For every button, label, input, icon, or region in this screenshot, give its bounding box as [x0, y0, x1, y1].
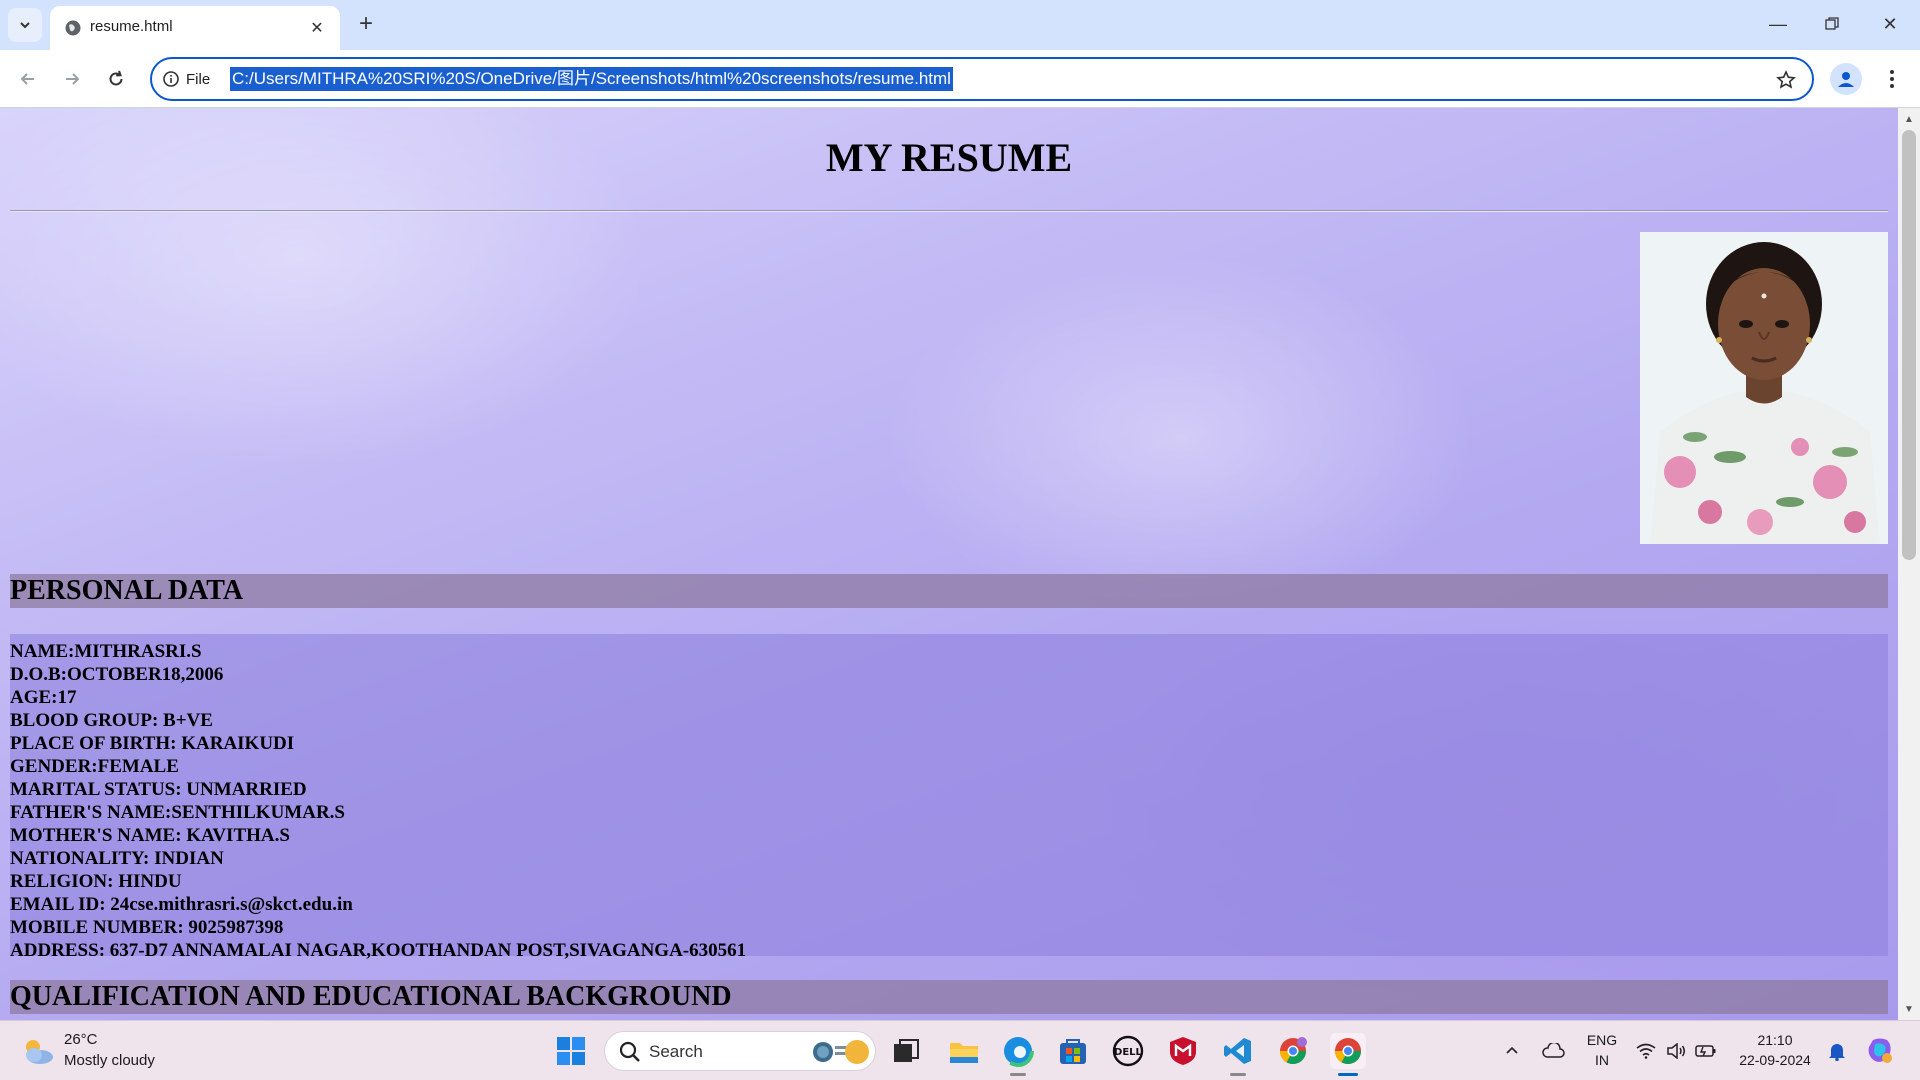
- window-close-icon[interactable]: ✕: [1870, 8, 1910, 40]
- vertical-scrollbar[interactable]: ▲ ▼: [1898, 108, 1920, 1020]
- microsoft-store-icon[interactable]: [1055, 1033, 1091, 1069]
- weather-description: Mostly cloudy: [64, 1052, 155, 1069]
- detail-mother-name: MOTHER'S NAME: KAVITHA.S: [10, 825, 290, 846]
- close-icon[interactable]: ✕: [306, 17, 328, 39]
- scrollbar-thumb[interactable]: [1902, 130, 1916, 560]
- detail-mobile: MOBILE NUMBER: 9025987398: [10, 917, 284, 938]
- tab-search-button[interactable]: [8, 8, 42, 42]
- detail-dob: D.O.B:OCTOBER18,2006: [10, 664, 224, 685]
- chrome-icon[interactable]: [1330, 1033, 1366, 1069]
- notification-bell-icon[interactable]: [1822, 1033, 1852, 1069]
- tab-strip: resume.html ✕ + — ✕: [0, 0, 1920, 50]
- detail-age: AGE:17: [10, 687, 77, 708]
- reload-button[interactable]: [100, 63, 132, 95]
- search-label: Search: [649, 1042, 703, 1061]
- new-tab-button[interactable]: +: [352, 10, 380, 38]
- vscode-running-indicator: [1230, 1073, 1246, 1076]
- horizontal-rule: [10, 210, 1888, 212]
- minimize-icon[interactable]: —: [1758, 8, 1798, 40]
- chevron-up-icon[interactable]: [1496, 1033, 1528, 1069]
- svg-text:DELL: DELL: [1114, 1047, 1143, 1058]
- detail-blood-group: BLOOD GROUP: B+VE: [10, 710, 213, 731]
- wifi-icon[interactable]: [1630, 1033, 1662, 1069]
- browser-toolbar: File C:/Users/MITHRA%20SRI%20S/OneDrive/…: [0, 50, 1920, 108]
- reload-icon: [109, 70, 123, 86]
- qualification-heading: QUALIFICATION AND EDUCATIONAL BACKGROUND: [10, 980, 1888, 1014]
- tab-resume[interactable]: resume.html ✕: [50, 6, 340, 50]
- info-icon: [163, 71, 179, 87]
- chrome-profile-icon[interactable]: [1275, 1033, 1311, 1069]
- detail-email: EMAIL ID: 24cse.mithrasri.s@skct.edu.in: [10, 894, 353, 915]
- language-bottom[interactable]: IN: [1582, 1052, 1622, 1068]
- scroll-down-icon[interactable]: ▼: [1902, 1002, 1916, 1016]
- profile-photo: [1640, 232, 1888, 544]
- search-highlight-icon: [813, 1040, 869, 1064]
- file-explorer-icon[interactable]: [946, 1033, 982, 1069]
- mcafee-icon[interactable]: [1165, 1033, 1201, 1069]
- onedrive-cloud-icon[interactable]: [1536, 1033, 1570, 1069]
- address-bar[interactable]: File C:/Users/MITHRA%20SRI%20S/OneDrive/…: [150, 57, 1814, 101]
- weather-temperature: 26°C: [64, 1031, 98, 1048]
- vscode-icon[interactable]: [1220, 1033, 1256, 1069]
- language-top[interactable]: ENG: [1582, 1032, 1622, 1048]
- chrome-active-indicator: [1338, 1073, 1358, 1076]
- detail-nationality: NATIONALITY: INDIAN: [10, 848, 224, 869]
- arrow-left-icon: [20, 73, 34, 85]
- start-windows-icon[interactable]: [553, 1033, 589, 1069]
- detail-name: NAME:MITHRASRI.S: [10, 641, 202, 662]
- forward-button[interactable]: [56, 63, 88, 95]
- scroll-up-icon[interactable]: ▲: [1902, 112, 1916, 126]
- restore-icon[interactable]: [1812, 8, 1852, 40]
- personal-data-heading: PERSONAL DATA: [10, 574, 1888, 608]
- back-button[interactable]: [12, 63, 44, 95]
- detail-father-name: FATHER'S NAME:SENTHILKUMAR.S: [10, 802, 345, 823]
- page-title: MY RESUME: [825, 135, 1073, 180]
- taskbar: 26°C Mostly cloudy Search DELL ENG IN 21…: [0, 1020, 1920, 1080]
- weather-cloudy-icon[interactable]: [20, 1035, 56, 1067]
- site-info-button[interactable]: File: [162, 66, 210, 92]
- arrow-right-icon: [66, 73, 80, 85]
- detail-address: ADDRESS: 637-D7 ANNAMALAI NAGAR,KOOTHAND…: [10, 940, 747, 961]
- detail-marital-status: MARITAL STATUS: UNMARRIED: [10, 779, 307, 800]
- personal-details-list: NAME:MITHRASRI.S D.O.B:OCTOBER18,2006 AG…: [10, 634, 1888, 961]
- battery-icon[interactable]: [1690, 1033, 1722, 1069]
- site-info-label: File: [186, 70, 211, 88]
- volume-icon[interactable]: [1660, 1033, 1692, 1069]
- profile-avatar-icon[interactable]: [1830, 63, 1862, 95]
- url-text[interactable]: C:/Users/MITHRA%20SRI%20S/OneDrive/图片/Sc…: [230, 67, 953, 91]
- detail-place-of-birth: PLACE OF BIRTH: KARAIKUDI: [10, 733, 295, 754]
- detail-religion: RELIGION: HINDU: [10, 871, 182, 892]
- more-menu-icon[interactable]: [1880, 63, 1904, 95]
- copilot-icon[interactable]: [1860, 1033, 1900, 1069]
- tab-title: resume.html: [90, 18, 173, 35]
- page-viewport: MY RESUME PERSONAL DATA NAME:MITHRASRI.S…: [0, 108, 1898, 1020]
- taskbar-search-input[interactable]: Search: [604, 1031, 876, 1071]
- search-icon: [619, 1041, 640, 1062]
- dell-icon[interactable]: DELL: [1110, 1033, 1146, 1069]
- clock-time[interactable]: 21:10: [1730, 1032, 1820, 1048]
- edge-browser-icon[interactable]: [1000, 1033, 1036, 1069]
- edge-running-indicator: [1010, 1073, 1026, 1076]
- bookmark-star-icon[interactable]: [1774, 68, 1798, 92]
- chevron-down-icon: [20, 22, 30, 29]
- task-view-icon[interactable]: [888, 1033, 924, 1069]
- clock-date[interactable]: 22-09-2024: [1730, 1052, 1820, 1068]
- globe-icon: [65, 20, 81, 36]
- detail-gender: GENDER:FEMALE: [10, 756, 179, 777]
